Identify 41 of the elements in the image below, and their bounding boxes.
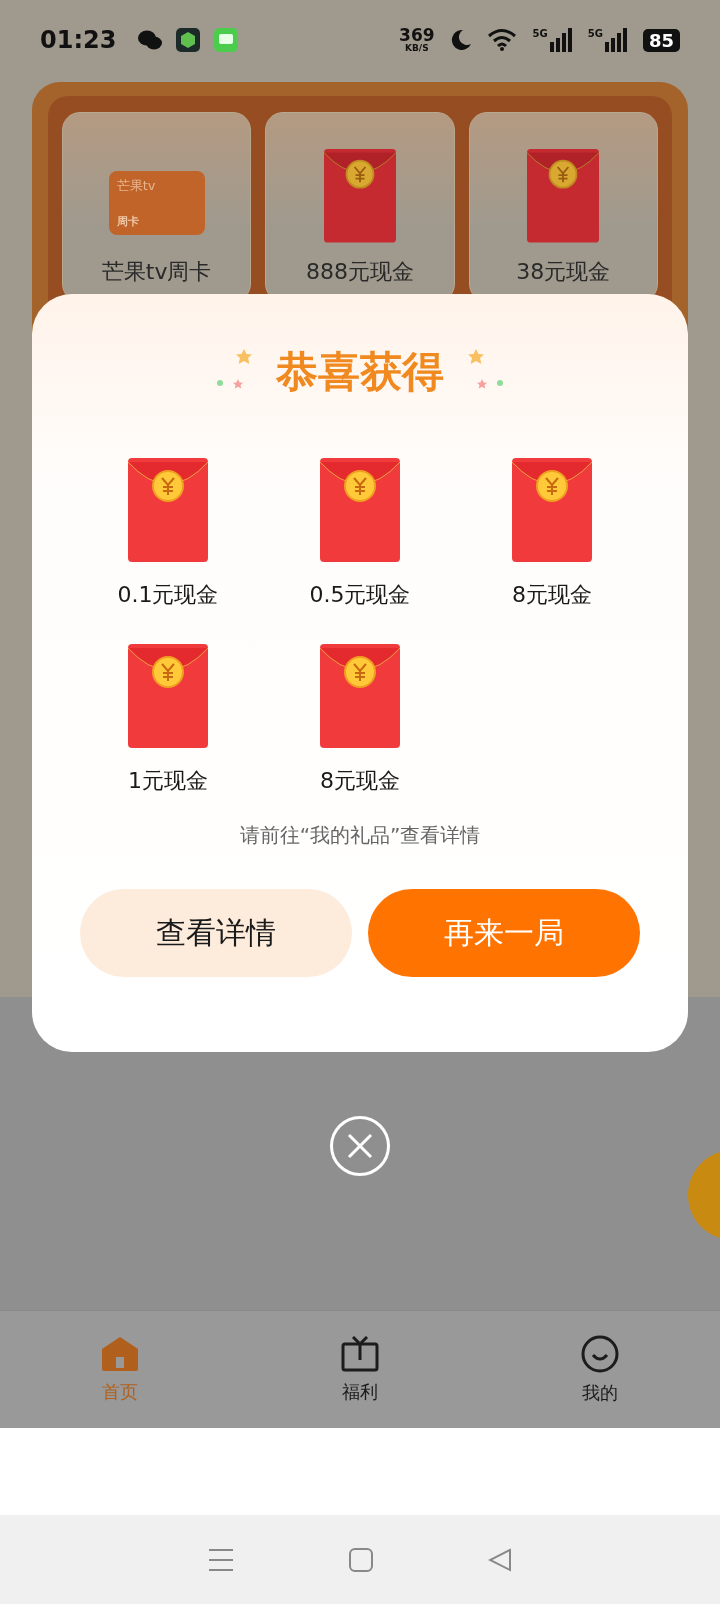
cube-app-icon <box>176 28 201 52</box>
prize-label: 38元现金 <box>516 258 611 286</box>
close-button[interactable] <box>330 1116 390 1176</box>
envelope-icon <box>527 149 600 243</box>
dialog-title: 恭喜获得 <box>276 346 444 398</box>
network-speed: 369 <box>399 27 435 44</box>
envelope-icon <box>320 458 400 562</box>
battery-level: 85 <box>642 28 680 52</box>
prize-label: 8元现金 <box>320 767 400 795</box>
prize-label: 8元现金 <box>512 581 592 609</box>
tab[interactable]: 福利 <box>240 1311 480 1428</box>
prize-label: 0.1元现金 <box>117 581 219 609</box>
envelope-icon <box>512 458 592 562</box>
tv-icon <box>341 1335 379 1372</box>
signal-icon <box>604 28 629 52</box>
back-icon[interactable] <box>488 1547 513 1572</box>
signal-icon <box>549 28 574 52</box>
envelope-icon <box>128 458 208 562</box>
prize-label: 1元现金 <box>128 767 208 795</box>
message-app-icon <box>214 28 239 52</box>
home-icon <box>101 1335 139 1372</box>
status-time: 01:23 <box>40 26 117 54</box>
prize-label: 888元现金 <box>306 258 414 286</box>
envelope-icon <box>128 644 208 748</box>
envelope-icon <box>320 644 400 748</box>
smiley-icon <box>581 1334 619 1373</box>
card-type: 周卡 <box>116 214 140 229</box>
home-button-icon[interactable] <box>349 1547 373 1572</box>
tab[interactable]: 我的 <box>480 1311 720 1428</box>
hint-text: 请前往“我的礼品”查看详情 <box>239 822 481 849</box>
menu-icon[interactable] <box>207 1547 234 1572</box>
network-speed-unit: KB/S <box>405 44 429 53</box>
envelope-icon <box>324 149 396 243</box>
prize-label: 0.5元现金 <box>309 581 411 609</box>
network-type-label: 5G <box>587 28 603 39</box>
prize-label: 芒果tv周卡 <box>101 258 212 286</box>
chat-app-icon <box>138 29 163 51</box>
view-details-button[interactable]: 查看详情 <box>80 889 352 977</box>
card-brand: 芒果tv <box>116 177 157 195</box>
network-type-label: 5G <box>532 28 548 39</box>
close-icon <box>347 1133 373 1159</box>
